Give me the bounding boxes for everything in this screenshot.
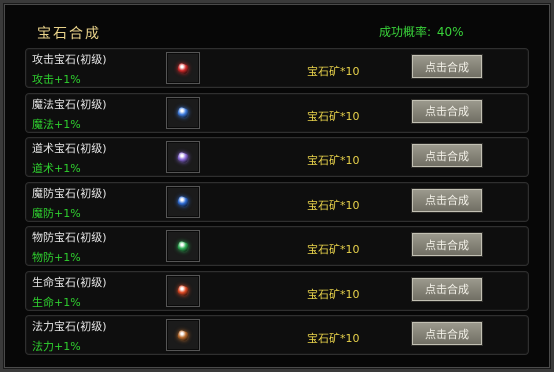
gem-row: 物防宝石(初级) 物防+1% 宝石矿*10 点击合成 (25, 226, 529, 266)
gem-effect: 道术+1% (32, 162, 81, 175)
gem-effect: 物防+1% (32, 251, 81, 264)
synthesize-button[interactable]: 点击合成 (411, 98, 483, 124)
gem-row: 道术宝石(初级) 道术+1% 宝石矿*10 点击合成 (25, 137, 529, 177)
material-requirement: 宝石矿*10 (307, 109, 360, 123)
synthesize-button[interactable]: 点击合成 (411, 187, 483, 213)
success-rate-label: 成功概率: (379, 25, 432, 39)
gem-effect: 魔防+1% (32, 206, 81, 220)
gem-synthesis-window: 宝石合成 成功概率: 40% 攻击宝石(初级) 攻击+1% 宝石矿*10 点击合… (0, 0, 554, 372)
synthesize-button[interactable]: 点击合成 (411, 54, 483, 79)
gem-name: 魔防宝石(初级) (32, 186, 107, 200)
gem-slot[interactable] (166, 185, 200, 218)
material-requirement: 宝石矿*10 (307, 287, 360, 301)
material-requirement: 宝石矿*10 (307, 243, 360, 256)
gem-name: 攻击宝石(初级) (32, 53, 107, 66)
synthesize-button[interactable]: 点击合成 (411, 321, 483, 346)
material-requirement: 宝石矿*10 (307, 65, 360, 78)
gem-row: 法力宝石(初级) 法力+1% 宝石矿*10 点击合成 (25, 315, 529, 355)
gem-effect: 法力+1% (32, 340, 81, 353)
gem-name: 法力宝石(初级) (32, 320, 107, 333)
dark-blue-gem-icon (176, 195, 190, 208)
synthesize-button[interactable]: 点击合成 (411, 143, 483, 168)
gem-slot[interactable] (166, 52, 200, 84)
gem-name: 魔法宝石(初级) (32, 97, 107, 111)
gem-name: 生命宝石(初级) (32, 275, 107, 289)
gem-row: 魔法宝石(初级) 魔法+1% 宝石矿*10 点击合成 (25, 92, 529, 133)
gem-row: 魔防宝石(初级) 魔防+1% 宝石矿*10 点击合成 (25, 181, 529, 222)
blue-gem-icon (176, 106, 190, 119)
gem-slot[interactable] (166, 319, 200, 351)
synthesize-button[interactable]: 点击合成 (411, 232, 483, 257)
purple-gem-icon (176, 151, 190, 163)
gem-row: 生命宝石(初级) 生命+1% 宝石矿*10 点击合成 (25, 270, 529, 311)
gem-slot[interactable] (166, 96, 200, 129)
gem-slot[interactable] (166, 230, 200, 262)
material-requirement: 宝石矿*10 (307, 332, 360, 345)
window-title: 宝石合成 (37, 26, 101, 42)
success-rate-value: 40% (436, 25, 464, 39)
gem-slot[interactable] (166, 141, 200, 173)
synthesize-button[interactable]: 点击合成 (411, 276, 483, 302)
gem-row: 攻击宝石(初级) 攻击+1% 宝石矿*10 点击合成 (25, 48, 529, 88)
material-requirement: 宝石矿*10 (307, 198, 360, 212)
success-rate: 成功概率: 40% (379, 23, 464, 40)
gem-slot[interactable] (166, 274, 200, 307)
green-gem-icon (176, 240, 190, 252)
red-gem-icon (176, 62, 190, 74)
gem-name: 物防宝石(初级) (32, 231, 107, 244)
gem-effect: 生命+1% (32, 295, 81, 309)
gem-list: 攻击宝石(初级) 攻击+1% 宝石矿*10 点击合成 魔法宝石(初级) 魔法+1… (25, 48, 529, 360)
material-requirement: 宝石矿*10 (307, 154, 360, 167)
gem-effect: 魔法+1% (32, 117, 81, 131)
orange-red-gem-icon (176, 284, 190, 297)
gem-effect: 攻击+1% (32, 73, 81, 86)
gem-name: 道术宝石(初级) (32, 142, 107, 155)
brown-gem-icon (176, 329, 190, 341)
